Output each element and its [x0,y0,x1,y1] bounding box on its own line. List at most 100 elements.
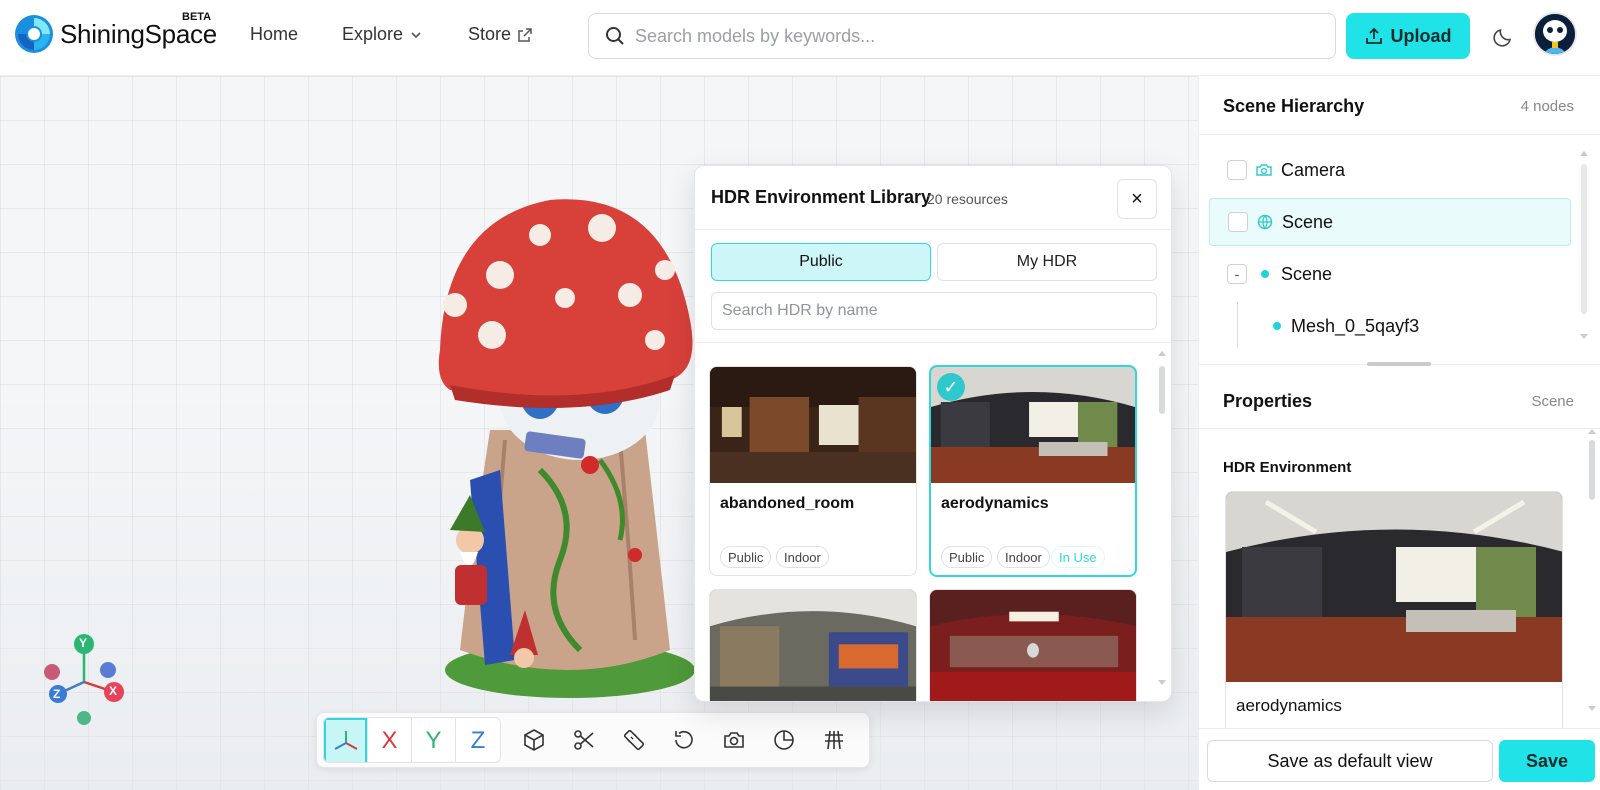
gizmo-z-label: Z [53,687,61,701]
in-use-tag: In Use [1051,546,1105,568]
external-link-icon [518,27,532,42]
scene-hierarchy-title: Scene Hierarchy [1223,96,1365,116]
view-free-button[interactable] [324,718,368,762]
avatar-icon [1535,14,1575,54]
axis-view-group: X Y Z [323,717,501,763]
tree-node-mesh[interactable]: Mesh_0_5qayf3 [1209,302,1571,350]
tab-public-label: Public [799,253,843,270]
grid-icon [825,730,843,750]
ruler-icon [623,729,645,751]
axis-y-label: Y [425,727,442,754]
hdr-section-title: HDR Environment [1223,459,1352,476]
tag: Public [941,546,993,568]
save-label: Save [1525,750,1569,771]
axis-z-label: Z [470,727,486,754]
save-default-view-button[interactable]: Save as default view [1207,740,1493,782]
hdr-preview-card[interactable]: aerodynamics [1225,491,1563,757]
top-header: ShiningSpace BETA Home Explore Store Upl… [0,0,1600,76]
axis-gizmo[interactable]: Y X Z [40,630,130,730]
global-search[interactable] [588,13,1336,59]
hierarchy-scrollbar[interactable] [1579,148,1589,348]
view-x-button[interactable]: X [368,718,412,762]
screenshot-button[interactable] [709,717,759,763]
hdr-card-name: aerodynamics [941,495,1049,512]
dialog-header: HDR Environment Library 20 resources × [695,166,1171,230]
tree-node-scene-selected[interactable]: Scene [1209,198,1571,246]
brand-name: ShiningSpace [60,18,217,49]
hdr-card-selected[interactable]: ✓ aerodynamics Public Indoor In Use [929,365,1137,577]
pie-chart-icon [774,730,794,750]
hdr-search-input[interactable] [722,302,1142,320]
reset-view-button[interactable] [659,717,709,763]
tree-node-label: Camera [1281,159,1346,180]
collapse-glyph: - [1234,266,1240,282]
logo-icon [15,15,53,53]
upload-button[interactable]: Upload [1346,13,1470,59]
hdr-card[interactable] [929,589,1137,701]
tab-my-hdr[interactable]: My HDR [937,243,1157,281]
collapse-toggle[interactable]: - [1227,264,1247,284]
hdr-card[interactable]: abandoned_room Public Indoor [709,366,917,576]
gizmo-x-label: X [109,684,118,698]
node-checkbox[interactable] [1227,160,1247,180]
dialog-title: HDR Environment Library [711,187,932,207]
hdr-environment-dialog: HDR Environment Library 20 resources × P… [694,165,1172,702]
measure-button[interactable] [609,717,659,763]
upload-label: Upload [1390,25,1452,46]
axis-x-label: X [381,727,398,754]
dialog-scroll-thumb[interactable] [1159,366,1165,414]
globe-icon [1257,214,1273,230]
tab-my-hdr-label: My HDR [1016,253,1078,270]
grid-toggle-button[interactable] [809,717,859,763]
hdr-preview-name: aerodynamics [1236,696,1342,715]
view-z-button[interactable]: Z [456,718,500,762]
tree-node-label: Mesh_0_5qayf3 [1291,315,1420,336]
hdr-card-name: abandoned_room [720,495,855,512]
close-icon: × [1131,187,1143,210]
tag: Indoor [997,546,1050,568]
tree-node-label: Scene [1282,211,1334,232]
close-button[interactable]: × [1117,179,1157,219]
hdr-thumbnail [930,590,1136,701]
chevron-down-icon [411,31,421,38]
hdr-card[interactable] [709,589,917,701]
node-dot-icon [1273,322,1281,330]
properties-context: Scene [1531,393,1574,410]
properties-scrollbar[interactable] [1587,426,1597,716]
node-checkbox[interactable] [1228,212,1248,232]
viewport-toolbar: X Y Z [316,712,870,768]
cube-icon [524,729,544,751]
nav-store[interactable]: Store [468,24,533,45]
nav-explore[interactable]: Explore [342,24,423,45]
dark-mode-toggle-icon[interactable] [1492,24,1516,48]
hdr-preview-image [1226,492,1562,682]
selected-check-icon: ✓ [937,373,965,401]
node-dot-icon [1261,270,1269,278]
lighting-button[interactable] [759,717,809,763]
tab-public[interactable]: Public [711,243,931,281]
save-button[interactable]: Save [1499,740,1595,782]
tree-node-camera[interactable]: Camera [1209,146,1571,194]
hdr-search[interactable] [711,292,1157,330]
gizmo-y-label: Y [79,636,88,650]
nav-home[interactable]: Home [250,24,298,45]
cut-button[interactable] [559,717,609,763]
global-search-input[interactable] [635,25,1295,47]
properties-title: Properties [1223,391,1313,411]
mushroom-house-model[interactable] [430,180,710,700]
scissors-icon [574,730,594,750]
tree-node-scene[interactable]: - Scene [1209,250,1571,298]
rotate-ccw-icon [675,730,693,749]
view-y-button[interactable]: Y [412,718,456,762]
beta-badge: BETA [182,11,212,23]
resize-handle[interactable] [1367,362,1431,366]
search-icon [606,27,624,45]
panel-divider [1199,428,1600,429]
nav-home-label: Home [250,24,299,44]
save-default-label: Save as default view [1267,750,1433,771]
avatar[interactable] [1533,12,1577,56]
cube-view-button[interactable] [509,717,559,763]
resource-count: 20 resources [927,191,1008,207]
upload-icon [1365,27,1382,44]
hdr-thumbnail [710,590,916,701]
